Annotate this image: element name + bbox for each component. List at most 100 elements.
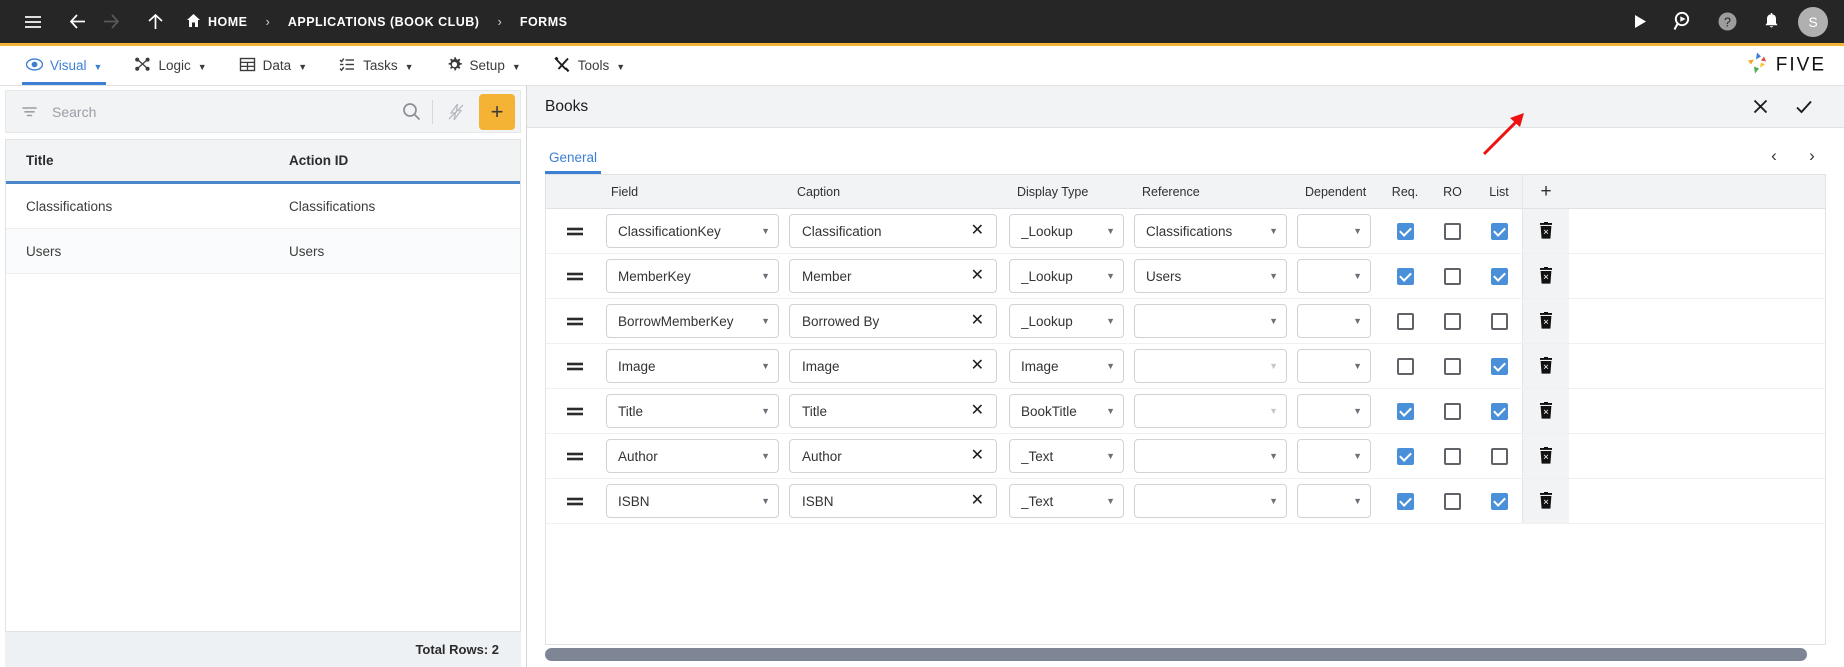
hamburger-menu-icon[interactable]	[16, 5, 50, 39]
dependent-dropdown[interactable]: ▼	[1297, 394, 1371, 428]
reference-dropdown[interactable]: ▼	[1134, 394, 1287, 428]
caption-input[interactable]: ISBN ✕	[789, 484, 997, 518]
ro-checkbox[interactable]	[1444, 447, 1461, 465]
clear-x-icon[interactable]: ✕	[971, 448, 984, 464]
ro-checkbox[interactable]	[1444, 267, 1461, 285]
field-name-dropdown[interactable]: MemberKey ▼	[606, 259, 779, 293]
display-type-dropdown[interactable]: _Lookup ▼	[1009, 259, 1124, 293]
reference-dropdown[interactable]: Classifications ▼	[1134, 214, 1287, 248]
menu-item-data[interactable]: Data ▼	[223, 46, 323, 85]
field-name-dropdown[interactable]: Author ▼	[606, 439, 779, 473]
search-input[interactable]	[52, 103, 390, 120]
dependent-dropdown[interactable]: ▼	[1297, 259, 1371, 293]
column-header-action-id[interactable]: Action ID	[269, 153, 348, 168]
drag-handle-icon[interactable]	[546, 494, 603, 508]
clear-x-icon[interactable]: ✕	[971, 403, 984, 419]
reference-dropdown[interactable]: ▼	[1134, 439, 1287, 473]
delete-row-icon[interactable]: ✕	[1522, 344, 1569, 388]
previous-record-button[interactable]: ‹	[1760, 142, 1788, 170]
list-checkbox[interactable]	[1490, 312, 1508, 330]
dependent-dropdown[interactable]: ▼	[1297, 439, 1371, 473]
display-type-dropdown[interactable]: Image ▼	[1009, 349, 1124, 383]
req-checkbox[interactable]	[1396, 312, 1414, 330]
reference-dropdown[interactable]: Users ▼	[1134, 259, 1287, 293]
list-checkbox[interactable]	[1490, 447, 1508, 465]
display-type-dropdown[interactable]: _Lookup ▼	[1009, 304, 1124, 338]
req-checkbox[interactable]	[1396, 402, 1414, 420]
display-type-dropdown[interactable]: _Text ▼	[1009, 439, 1124, 473]
delete-row-icon[interactable]: ✕	[1522, 479, 1569, 523]
menu-item-tasks[interactable]: Tasks ▼	[323, 46, 429, 85]
lightning-bolt-icon[interactable]	[433, 102, 479, 122]
ro-checkbox[interactable]	[1444, 357, 1461, 375]
checkmark-icon[interactable]	[1782, 86, 1826, 128]
req-checkbox[interactable]	[1396, 447, 1414, 465]
bell-icon[interactable]	[1754, 5, 1788, 39]
list-checkbox[interactable]	[1490, 402, 1508, 420]
display-type-dropdown[interactable]: BookTitle ▼	[1009, 394, 1124, 428]
add-form-button[interactable]: +	[479, 93, 515, 130]
clear-x-icon[interactable]: ✕	[971, 313, 984, 329]
caption-input[interactable]: Image ✕	[789, 349, 997, 383]
play-icon[interactable]	[1622, 5, 1656, 39]
reference-dropdown[interactable]: ▼	[1134, 304, 1287, 338]
clear-x-icon[interactable]: ✕	[971, 223, 984, 239]
caption-input[interactable]: Title ✕	[789, 394, 997, 428]
reference-dropdown[interactable]: ▼	[1134, 484, 1287, 518]
clear-x-icon[interactable]: ✕	[971, 358, 984, 374]
table-row[interactable]: Classifications Classifications	[6, 184, 520, 229]
delete-row-icon[interactable]: ✕	[1522, 209, 1569, 253]
req-checkbox[interactable]	[1396, 357, 1414, 375]
search-icon[interactable]	[390, 102, 432, 121]
avatar[interactable]: S	[1798, 6, 1828, 37]
display-type-dropdown[interactable]: _Text ▼	[1009, 484, 1124, 518]
field-name-dropdown[interactable]: ClassificationKey ▼	[606, 214, 779, 248]
menu-item-visual[interactable]: Visual ▼	[10, 46, 118, 85]
caption-input[interactable]: Classification ✕	[789, 214, 997, 248]
dependent-dropdown[interactable]: ▼	[1297, 214, 1371, 248]
drag-handle-icon[interactable]	[546, 224, 603, 238]
horizontal-scrollbar-thumb[interactable]	[545, 648, 1807, 661]
breadcrumb-home[interactable]: HOME	[182, 13, 252, 31]
dependent-dropdown[interactable]: ▼	[1297, 304, 1371, 338]
drag-handle-icon[interactable]	[546, 359, 603, 373]
ro-checkbox[interactable]	[1444, 312, 1461, 330]
up-arrow-icon[interactable]	[138, 5, 172, 39]
breadcrumb-forms[interactable]: FORMS	[516, 15, 572, 29]
caption-input[interactable]: Member ✕	[789, 259, 997, 293]
ro-checkbox[interactable]	[1444, 402, 1461, 420]
reference-dropdown[interactable]: ▼	[1134, 349, 1287, 383]
delete-row-icon[interactable]: ✕	[1522, 254, 1569, 298]
help-icon[interactable]: ?	[1710, 5, 1744, 39]
drag-handle-icon[interactable]	[546, 314, 603, 328]
field-name-dropdown[interactable]: Title ▼	[606, 394, 779, 428]
drag-handle-icon[interactable]	[546, 269, 603, 283]
next-record-button[interactable]: ›	[1798, 142, 1826, 170]
field-name-dropdown[interactable]: BorrowMemberKey ▼	[606, 304, 779, 338]
list-checkbox[interactable]	[1490, 267, 1508, 285]
field-name-dropdown[interactable]: ISBN ▼	[606, 484, 779, 518]
delete-row-icon[interactable]: ✕	[1522, 299, 1569, 343]
back-arrow-icon[interactable]	[60, 5, 94, 39]
horizontal-scrollbar-track[interactable]	[545, 648, 1826, 661]
dependent-dropdown[interactable]: ▼	[1297, 349, 1371, 383]
dependent-dropdown[interactable]: ▼	[1297, 484, 1371, 518]
filter-icon[interactable]	[6, 102, 52, 121]
delete-row-icon[interactable]: ✕	[1522, 434, 1569, 478]
search-run-icon[interactable]	[1666, 5, 1700, 39]
breadcrumb-applications[interactable]: APPLICATIONS (BOOK CLUB)	[284, 15, 484, 29]
list-checkbox[interactable]	[1490, 492, 1508, 510]
field-name-dropdown[interactable]: Image ▼	[606, 349, 779, 383]
ro-checkbox[interactable]	[1444, 492, 1461, 510]
drag-handle-icon[interactable]	[546, 449, 603, 463]
display-type-dropdown[interactable]: _Lookup ▼	[1009, 214, 1124, 248]
table-row[interactable]: Users Users	[6, 229, 520, 274]
delete-row-icon[interactable]: ✕	[1522, 389, 1569, 433]
caption-input[interactable]: Author ✕	[789, 439, 997, 473]
req-checkbox[interactable]	[1396, 222, 1414, 240]
caption-input[interactable]: Borrowed By ✕	[789, 304, 997, 338]
req-checkbox[interactable]	[1396, 267, 1414, 285]
clear-x-icon[interactable]: ✕	[971, 268, 984, 284]
add-field-button[interactable]: +	[1522, 175, 1569, 208]
tab-general[interactable]: General	[545, 150, 602, 174]
